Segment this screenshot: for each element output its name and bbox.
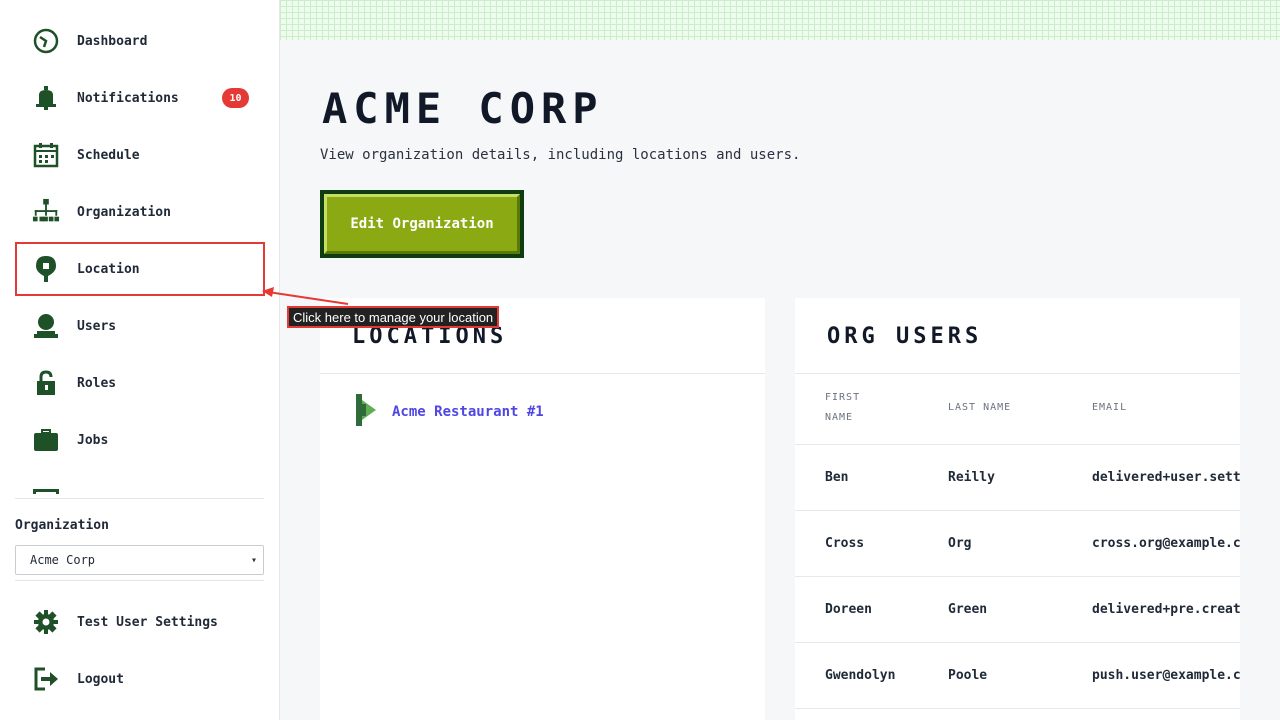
chevron-down-icon: ▾ [250, 554, 257, 566]
sidebar-item-notifications[interactable]: Notifications 10 [15, 71, 265, 125]
sidebar-item-users[interactable]: Users [15, 299, 265, 353]
locations-card: LOCATIONS Acme Restaurant #1 [320, 298, 765, 720]
sidebar-item-label: Users [77, 318, 117, 334]
briefcase-icon [32, 426, 60, 454]
bell-icon [32, 84, 60, 112]
cell-first-name: Doreen [825, 602, 872, 617]
sidebar-item-label: Jobs [77, 432, 109, 448]
row-divider [795, 444, 1240, 445]
cell-last-name: Green [948, 602, 988, 617]
row-divider [795, 642, 1240, 643]
sidebar-item-label: Logout [77, 671, 124, 687]
card-divider [795, 373, 1240, 374]
sidebar-item-label: Roles [77, 375, 117, 391]
location-name: Acme Restaurant #1 [392, 404, 544, 420]
cell-email: delivered+pre.created [1092, 602, 1240, 617]
map-pin-icon [32, 255, 60, 283]
edit-organization-label: Edit Organization [324, 194, 520, 254]
lock-icon [32, 369, 60, 397]
cell-last-name: Org [948, 536, 972, 551]
notification-count-badge: 10 [222, 88, 249, 108]
org-users-card-title: ORG USERS [827, 324, 983, 349]
sidebar-item-roles[interactable]: Roles [15, 356, 265, 410]
row-divider [795, 576, 1240, 577]
cell-first-name: Ben [825, 470, 849, 485]
gear-icon [32, 608, 60, 636]
row-divider [795, 708, 1240, 709]
location-marker-icon [356, 394, 378, 430]
tooltip-arrow [262, 287, 349, 305]
org-select[interactable]: Acme Corp ▾ [15, 545, 264, 575]
sidebar-item-label: Test User Settings [77, 614, 218, 630]
sidebar-item-label: Dashboard [77, 33, 148, 49]
calendar-icon [32, 141, 60, 169]
sidebar-item-dashboard[interactable]: Dashboard [15, 14, 265, 68]
org-select-value: Acme Corp [30, 553, 96, 567]
cell-last-name: Reilly [948, 470, 995, 485]
edit-organization-button[interactable]: Edit Organization [320, 190, 524, 258]
cell-last-name: Poole [948, 668, 988, 683]
sidebar-item-label: Notifications [77, 90, 179, 106]
header-pattern-strip [280, 0, 1280, 40]
sidebar-item-location[interactable]: Location [15, 242, 265, 296]
page-subtitle: View organization details, including loc… [320, 147, 801, 163]
sidebar-divider [15, 498, 264, 499]
org-chart-icon [32, 198, 60, 226]
org-users-card: ORG USERS FIRST NAME LAST NAME EMAIL Ben … [795, 298, 1240, 720]
location-tooltip: Click here to manage your location [287, 306, 500, 328]
logout-button[interactable]: Logout [15, 652, 265, 706]
sidebar: Dashboard Notifications 10 Schedule Orga… [0, 0, 280, 720]
sidebar-item-label: Location [77, 261, 140, 277]
sidebar-item-label: Schedule [77, 147, 140, 163]
column-header-first-name: FIRST NAME [825, 392, 861, 423]
cell-email: cross.org@example.com [1092, 536, 1240, 551]
row-divider [795, 510, 1240, 511]
location-link-acme-restaurant-1[interactable]: Acme Restaurant #1 [356, 394, 544, 430]
sidebar-divider [15, 580, 264, 581]
cell-email: delivered+user.settin [1092, 470, 1240, 485]
cell-email: push.user@example.com [1092, 668, 1240, 683]
cell-first-name: Cross [825, 536, 865, 551]
dashboard-icon [32, 27, 60, 55]
page-title: ACME CORP [322, 84, 604, 133]
org-select-label: Organization [15, 518, 109, 533]
column-header-last-name: LAST NAME [948, 402, 1012, 413]
column-header-email: EMAIL [1092, 402, 1128, 413]
logout-icon [32, 665, 60, 693]
test-user-settings-button[interactable]: Test User Settings [15, 595, 265, 649]
sidebar-item-schedule[interactable]: Schedule [15, 128, 265, 182]
sidebar-item-organization[interactable]: Organization [15, 185, 265, 239]
card-divider [320, 373, 765, 374]
sidebar-item-jobs[interactable]: Jobs [15, 413, 265, 467]
sidebar-item-label: Organization [77, 204, 171, 220]
cell-first-name: Gwendolyn [825, 668, 896, 683]
user-icon [32, 312, 60, 340]
clipped-nav-icon [33, 489, 59, 494]
